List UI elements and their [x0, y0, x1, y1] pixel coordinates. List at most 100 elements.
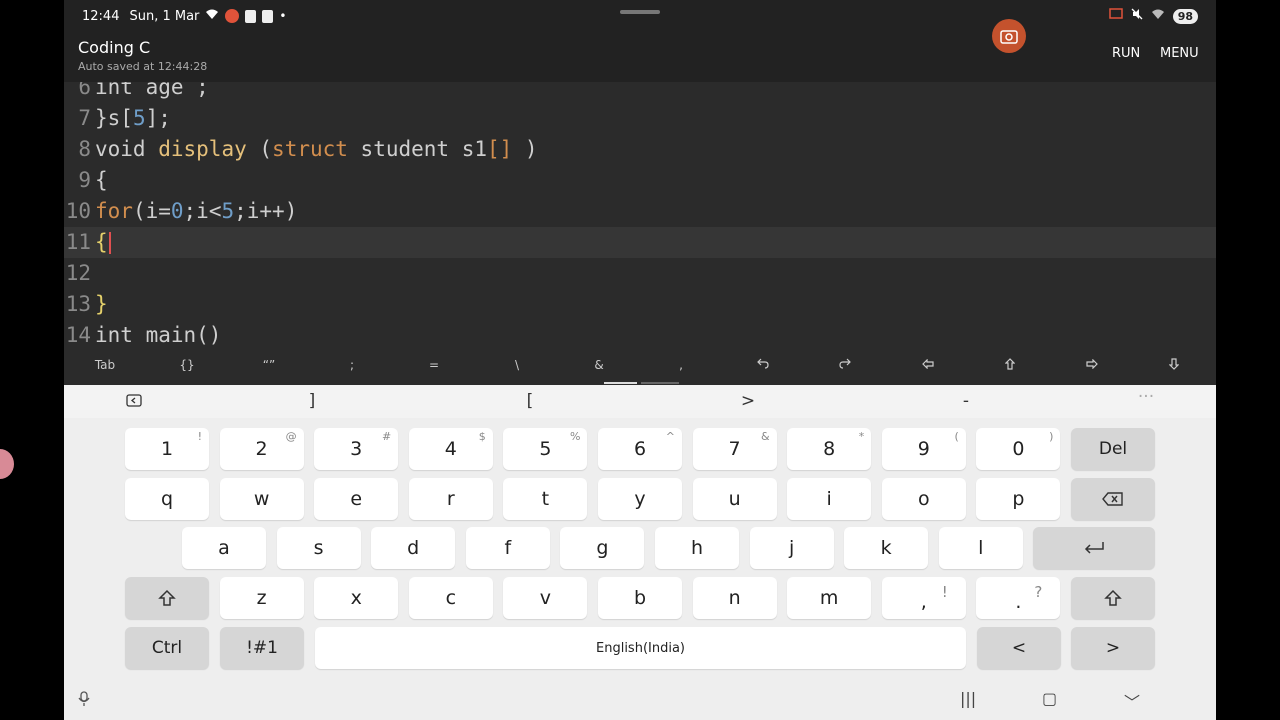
- extra-key[interactable]: “”: [239, 358, 299, 372]
- extra-key[interactable]: \: [487, 358, 547, 372]
- delete-key[interactable]: Del: [1071, 428, 1155, 470]
- drag-handle[interactable]: [620, 10, 660, 14]
- extra-key[interactable]: {}: [157, 358, 217, 372]
- key-comma[interactable]: ,!: [881, 577, 966, 619]
- code-line[interactable]: 12: [64, 258, 1216, 289]
- extra-key[interactable]: ,: [651, 358, 711, 372]
- run-button[interactable]: RUN: [1112, 46, 1140, 61]
- suggestion-item[interactable]: [: [510, 391, 550, 411]
- key-e[interactable]: e: [314, 478, 399, 520]
- key-r[interactable]: r: [408, 478, 493, 520]
- key-label: 3: [350, 438, 363, 460]
- key-z[interactable]: z: [219, 577, 304, 619]
- key-v[interactable]: v: [503, 577, 588, 619]
- code-line[interactable]: 14 int main(): [64, 320, 1216, 351]
- key-5[interactable]: 5%: [503, 428, 588, 470]
- key-1[interactable]: 1!: [125, 428, 209, 470]
- extra-key[interactable]: &: [569, 358, 629, 372]
- key-0[interactable]: 0): [976, 428, 1061, 470]
- arrow-left-icon[interactable]: [898, 358, 958, 372]
- code-line[interactable]: 9{: [64, 165, 1216, 196]
- key-f[interactable]: f: [465, 527, 550, 569]
- code-line[interactable]: 11{: [64, 227, 1216, 258]
- code-line[interactable]: 7}s[5];: [64, 103, 1216, 134]
- key-3[interactable]: 3 #: [314, 428, 399, 470]
- arrow-down-icon[interactable]: [1144, 358, 1204, 373]
- extra-key[interactable]: =: [404, 358, 464, 372]
- key-c[interactable]: c: [408, 577, 493, 619]
- symbols-key[interactable]: !#1: [220, 627, 304, 669]
- key-i[interactable]: i: [787, 478, 872, 520]
- key-4[interactable]: 4 $: [408, 428, 493, 470]
- keyboard-collapse-icon[interactable]: [114, 392, 154, 412]
- key-label: <: [1011, 638, 1027, 658]
- key-g[interactable]: g: [560, 527, 645, 569]
- suggestion-item[interactable]: -: [946, 391, 986, 411]
- code-token: ];: [145, 106, 171, 130]
- back-icon[interactable]: ﹀: [1124, 689, 1140, 713]
- key-o[interactable]: o: [881, 478, 966, 520]
- microphone-icon[interactable]: [78, 691, 90, 711]
- key-k[interactable]: k: [844, 527, 929, 569]
- cursor-left-key[interactable]: <: [977, 627, 1061, 669]
- key-l[interactable]: l: [938, 527, 1023, 569]
- key-y[interactable]: y: [598, 478, 682, 520]
- suggestion-item[interactable]: >: [728, 391, 768, 411]
- extra-key[interactable]: ;: [322, 358, 382, 372]
- arrow-up-icon[interactable]: [980, 358, 1040, 373]
- code-token: ;i++): [234, 199, 298, 223]
- key-6[interactable]: 6 ^: [598, 428, 682, 470]
- menu-button[interactable]: MENU: [1160, 46, 1199, 61]
- floating-handle[interactable]: [0, 449, 14, 479]
- key-label: 2: [255, 438, 268, 460]
- undo-icon[interactable]: [733, 358, 793, 372]
- key-label: u: [728, 488, 741, 510]
- key-label: 7: [728, 438, 741, 460]
- key-label: 4: [444, 438, 457, 460]
- key-s[interactable]: s: [276, 527, 361, 569]
- key-j[interactable]: j: [749, 527, 834, 569]
- key-b[interactable]: b: [598, 577, 682, 619]
- key-8[interactable]: 8 *: [787, 428, 872, 470]
- key-9[interactable]: 9(: [881, 428, 966, 470]
- suggestion-item[interactable]: ]: [292, 391, 332, 411]
- arrow-right-icon[interactable]: [1062, 358, 1122, 372]
- key-q[interactable]: q: [125, 478, 209, 520]
- key-m[interactable]: m: [787, 577, 872, 619]
- key-p[interactable]: p: [976, 478, 1061, 520]
- enter-key[interactable]: [1033, 527, 1155, 569]
- key-label: 8: [823, 438, 836, 460]
- key-7[interactable]: 7 &: [692, 428, 777, 470]
- key-2[interactable]: 2 @: [219, 428, 304, 470]
- key-label: m: [819, 587, 839, 609]
- backspace-key[interactable]: [1071, 478, 1155, 520]
- shift-key-left[interactable]: [125, 577, 209, 619]
- key-x[interactable]: x: [314, 577, 399, 619]
- home-icon[interactable]: ▢: [1042, 689, 1057, 708]
- extra-key[interactable]: Tab: [75, 358, 135, 372]
- key-n[interactable]: n: [692, 577, 777, 619]
- code-line[interactable]: 10 for(i=0;i<5;i++): [64, 196, 1216, 227]
- code-line[interactable]: 8 void display (struct student s1[] ): [64, 134, 1216, 165]
- code-text: {: [95, 227, 111, 258]
- key-w[interactable]: w: [219, 478, 304, 520]
- code-line[interactable]: 6 int age ;: [64, 82, 1216, 103]
- ctrl-key[interactable]: Ctrl: [125, 627, 209, 669]
- key-d[interactable]: d: [371, 527, 456, 569]
- cursor-right-key[interactable]: >: [1071, 627, 1155, 669]
- key-u[interactable]: u: [692, 478, 777, 520]
- key-a[interactable]: a: [182, 527, 266, 569]
- shift-key-right[interactable]: [1071, 577, 1155, 619]
- key-h[interactable]: h: [655, 527, 739, 569]
- code-line[interactable]: 13}: [64, 289, 1216, 320]
- key-t[interactable]: t: [503, 478, 588, 520]
- redo-icon[interactable]: [815, 358, 875, 372]
- more-options-icon[interactable]: ···: [1126, 387, 1166, 407]
- recent-apps-icon[interactable]: |||: [960, 689, 976, 708]
- key-period[interactable]: .?: [976, 577, 1061, 619]
- code-editor[interactable]: 6 int age ; 7}s[5]; 8 void display (struct s…: [64, 82, 1216, 354]
- screenshot-button[interactable]: [992, 19, 1026, 53]
- key-label: g: [596, 537, 609, 559]
- space-bar[interactable]: English(India): [315, 627, 966, 669]
- key-label: s: [313, 537, 324, 559]
